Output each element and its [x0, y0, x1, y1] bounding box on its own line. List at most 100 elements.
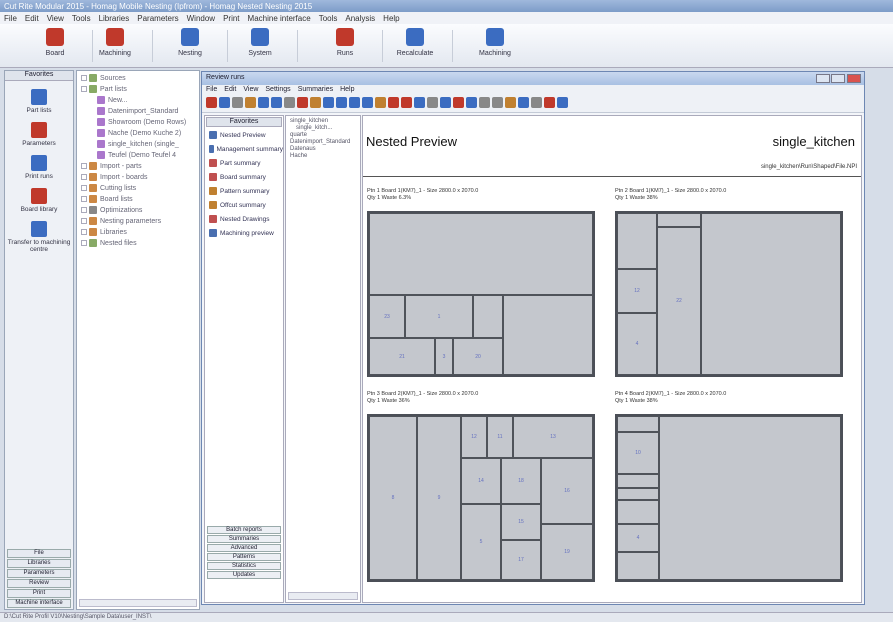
tree-item[interactable]: Nache (Demo Kuche 2) — [81, 129, 195, 140]
toolbar-tool-icon[interactable] — [336, 97, 347, 108]
toolbar-tool-icon[interactable] — [349, 97, 360, 108]
toolbar-tool-icon[interactable] — [557, 97, 568, 108]
toolbar-tool-icon[interactable] — [310, 97, 321, 108]
run-file-item[interactable]: Datenaus — [288, 146, 358, 153]
nested-part[interactable] — [617, 474, 659, 488]
tree-item[interactable]: Teufel (Demo Teufel 4 — [81, 151, 195, 162]
report-item-2[interactable]: Part summary — [205, 156, 283, 170]
leftnav-footer-review[interactable]: Review — [7, 579, 71, 588]
menu-item-edit[interactable]: Edit — [25, 14, 39, 23]
ribbon-button-machining[interactable]: Machining — [460, 28, 530, 66]
report-item-4[interactable]: Pattern summary — [205, 184, 283, 198]
review-menu-file[interactable]: File — [206, 86, 217, 93]
toolbar-tool-icon[interactable] — [427, 97, 438, 108]
nested-part[interactable]: 21 — [369, 338, 435, 375]
tree-item[interactable]: Import - boards — [81, 173, 195, 184]
toolbar-tool-icon[interactable] — [219, 97, 230, 108]
expand-box-icon[interactable] — [81, 229, 87, 235]
toolbar-tool-icon[interactable] — [492, 97, 503, 108]
toolbar-tool-icon[interactable] — [453, 97, 464, 108]
leftnav-item-2[interactable]: Print runs — [7, 155, 71, 180]
report-item-6[interactable]: Nested Drawings — [205, 212, 283, 226]
tree-item[interactable]: Import - parts — [81, 162, 195, 173]
expand-box-icon[interactable] — [81, 196, 87, 202]
toolbar-tool-icon[interactable] — [206, 97, 217, 108]
toolbar-tool-icon[interactable] — [518, 97, 529, 108]
nested-part[interactable]: 16 — [541, 458, 593, 524]
toolbar-tool-icon[interactable] — [245, 97, 256, 108]
nested-part[interactable]: 18 — [501, 458, 541, 504]
toolbar-tool-icon[interactable] — [284, 97, 295, 108]
report-item-0[interactable]: Nested Preview — [205, 128, 283, 142]
review-menu-edit[interactable]: Edit — [224, 86, 236, 93]
expand-box-icon[interactable] — [81, 86, 87, 92]
leftnav-footer-libraries[interactable]: Libraries — [7, 559, 71, 568]
toolbar-tool-icon[interactable] — [466, 97, 477, 108]
toolbar-tool-icon[interactable] — [531, 97, 542, 108]
nested-part[interactable]: 20 — [453, 338, 503, 375]
nested-part[interactable]: 11 — [487, 416, 513, 458]
toolbar-tool-icon[interactable] — [297, 97, 308, 108]
ribbon-button-system[interactable]: System — [225, 28, 295, 66]
nested-part[interactable] — [503, 295, 593, 375]
menu-item-parameters[interactable]: Parameters — [137, 14, 178, 23]
nested-part[interactable] — [473, 295, 503, 338]
nested-part[interactable]: 12 — [617, 269, 657, 313]
toolbar-tool-icon[interactable] — [388, 97, 399, 108]
nested-part[interactable]: 12 — [461, 416, 487, 458]
nested-part[interactable] — [369, 213, 593, 295]
pattern-1-board[interactable]: 23 1 21 3 20 — [367, 211, 595, 377]
tree-item[interactable]: Nesting parameters — [81, 217, 195, 228]
run-file-item[interactable]: single_kitch... — [288, 125, 358, 132]
pattern-2-board[interactable]: 22 12 4 — [615, 211, 843, 377]
nested-part[interactable]: 15 — [501, 504, 541, 540]
panel-footer-patterns[interactable]: Patterns — [207, 553, 281, 561]
nested-part[interactable] — [617, 488, 659, 500]
tree-item[interactable]: Board lists — [81, 195, 195, 206]
tree-item[interactable]: Optimizations — [81, 206, 195, 217]
menu-item-window[interactable]: Window — [187, 14, 215, 23]
expand-box-icon[interactable] — [81, 163, 87, 169]
pattern-3-board[interactable]: 8 9 12 11 13 14 18 16 5 15 17 19 — [367, 414, 595, 582]
panel-footer-summaries[interactable]: Summaries — [207, 535, 281, 543]
menu-item-help[interactable]: Help — [383, 14, 399, 23]
pattern-4-board[interactable]: 10 4 — [615, 414, 843, 582]
review-menu-help[interactable]: Help — [340, 86, 354, 93]
expand-box-icon[interactable] — [81, 240, 87, 246]
review-menu-summaries[interactable]: Summaries — [298, 86, 333, 93]
report-item-1[interactable]: Management summary — [205, 142, 283, 156]
nested-part[interactable]: 3 — [435, 338, 453, 375]
report-item-5[interactable]: Offcut summary — [205, 198, 283, 212]
ribbon-button-machining[interactable]: Machining — [80, 28, 150, 66]
tree-item[interactable]: New... — [81, 96, 195, 107]
nested-part[interactable]: 9 — [417, 416, 461, 580]
nested-part[interactable]: 5 — [461, 504, 501, 580]
minimize-button[interactable] — [816, 74, 830, 83]
nested-part[interactable]: 4 — [617, 524, 659, 552]
leftnav-item-0[interactable]: Part lists — [7, 89, 71, 114]
panel-footer-statistics[interactable]: Statistics — [207, 562, 281, 570]
menu-item-print[interactable]: Print — [223, 14, 239, 23]
tree-item[interactable]: Showroom (Demo Rows) — [81, 118, 195, 129]
review-menu-view[interactable]: View — [243, 86, 258, 93]
panel-footer-batch-reports[interactable]: Batch reports — [207, 526, 281, 534]
maximize-button[interactable] — [831, 74, 845, 83]
toolbar-tool-icon[interactable] — [544, 97, 555, 108]
tree-item[interactable]: Part lists — [81, 85, 195, 96]
expand-box-icon[interactable] — [81, 207, 87, 213]
file-tree-scrollbar[interactable] — [288, 592, 358, 600]
nested-part[interactable]: 19 — [541, 524, 593, 580]
nested-part[interactable]: 4 — [617, 313, 657, 375]
tree-item[interactable]: Cutting lists — [81, 184, 195, 195]
ribbon-button-nesting[interactable]: Nesting — [155, 28, 225, 66]
nested-part[interactable] — [617, 213, 657, 269]
tree-item[interactable]: Datenimport_Standard — [81, 107, 195, 118]
leftnav-footer-print[interactable]: Print — [7, 589, 71, 598]
toolbar-tool-icon[interactable] — [414, 97, 425, 108]
nested-part[interactable]: 1 — [405, 295, 473, 338]
nested-part[interactable]: 13 — [513, 416, 593, 458]
panel-footer-updates[interactable]: Updates — [207, 571, 281, 579]
menu-item-file[interactable]: File — [4, 14, 17, 23]
expand-box-icon[interactable] — [81, 75, 87, 81]
toolbar-tool-icon[interactable] — [323, 97, 334, 108]
